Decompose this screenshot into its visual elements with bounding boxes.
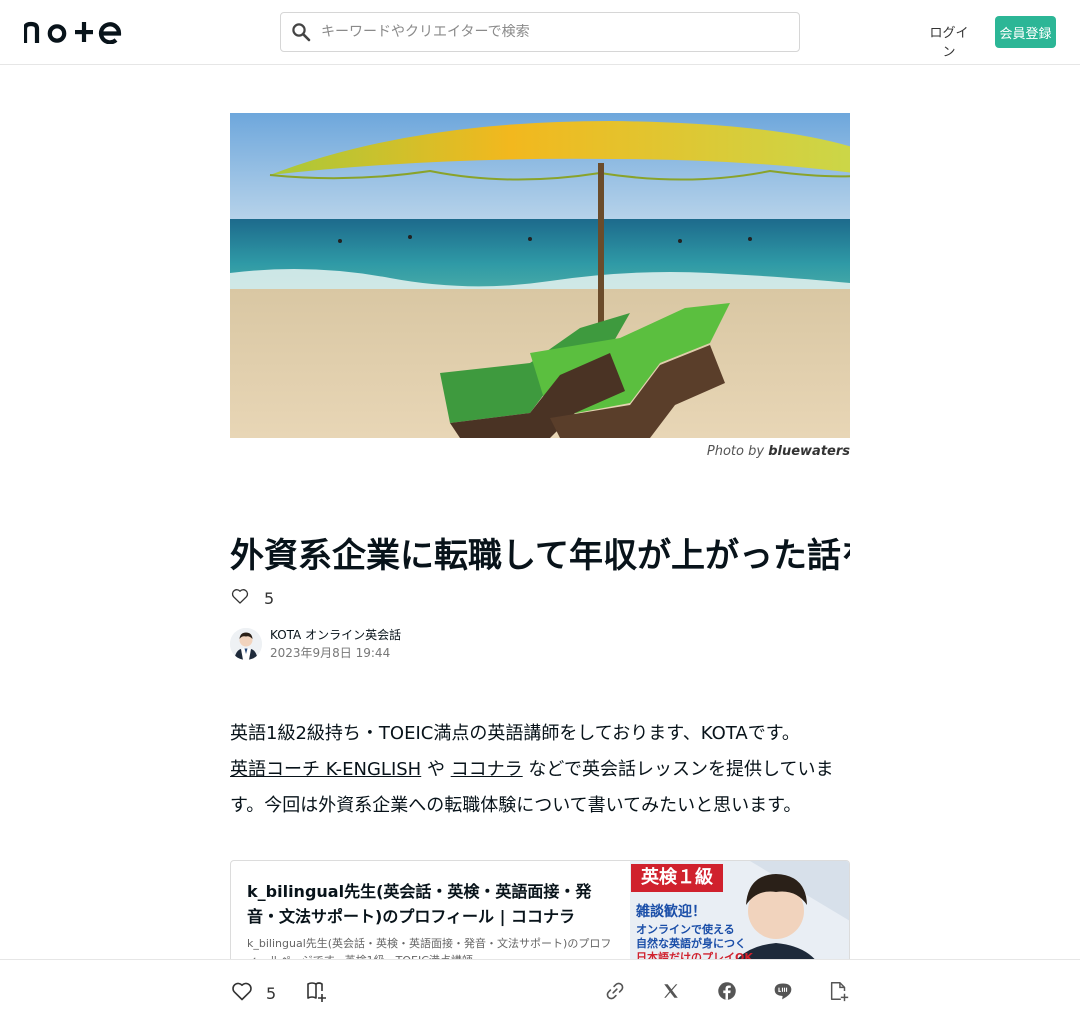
coconala-link[interactable]: ココナラ	[451, 759, 523, 780]
thumb-line-1: 雑談歓迎！	[636, 904, 706, 920]
link-icon[interactable]	[604, 980, 626, 1006]
author-block[interactable]: KOTA オンライン英会話 2023年9月8日 19:44	[230, 627, 401, 661]
k-english-link[interactable]: 英語コーチ K-ENGLISH	[230, 759, 421, 780]
signup-button[interactable]: 会員登録	[995, 16, 1056, 48]
line-icon[interactable]	[773, 981, 793, 1005]
copy-link-button[interactable]	[602, 980, 628, 1006]
search-icon[interactable]	[281, 13, 321, 51]
article-title: 外資系企業に転職して年収が上がった話をしようと思います	[230, 536, 850, 576]
thumb-badge: 英検１級	[631, 864, 723, 892]
search-box[interactable]	[280, 12, 800, 52]
photo-credit: Photo by bluewaters	[230, 444, 850, 459]
login-link[interactable]: ログイン	[926, 22, 972, 60]
search-input[interactable]	[321, 24, 781, 40]
more-button[interactable]	[826, 980, 852, 1006]
facebook-share-button[interactable]	[714, 980, 740, 1006]
intro-paragraph: 英語1級2級持ち・TOEIC満点の英語講師をしております、KOTAです。	[230, 723, 800, 744]
like-count: 5	[266, 983, 277, 1003]
author-name[interactable]: KOTA オンライン英会話	[270, 626, 401, 644]
line-share-button[interactable]	[770, 980, 796, 1006]
heart-icon[interactable]	[230, 979, 254, 1007]
facebook-icon[interactable]	[717, 981, 737, 1005]
like-row: 5	[230, 586, 274, 610]
hero-image	[230, 113, 850, 438]
avatar[interactable]	[230, 628, 262, 660]
heart-icon[interactable]	[230, 586, 250, 610]
document-add-icon[interactable]	[828, 980, 850, 1006]
credit-prefix: Photo by	[706, 444, 765, 459]
connector-text: や	[426, 759, 445, 780]
x-icon[interactable]	[662, 982, 680, 1004]
publish-date: 2023年9月8日 19:44	[270, 646, 391, 660]
note-logo[interactable]	[24, 20, 122, 44]
article-body: 英語1級2級持ち・TOEIC満点の英語講師をしております、KOTAです。 英語コ…	[230, 716, 850, 824]
like-count: 5	[264, 588, 275, 608]
magazine-add-icon[interactable]	[306, 979, 330, 1007]
services-paragraph: 英語コーチ K-ENGLISH や ココナラ などで英会話レッスンを提供していま…	[230, 752, 850, 824]
bottom-action-bar: 5	[0, 959, 1080, 1024]
embed-title[interactable]: k_bilingual先生(英会話・英検・英語面接・発音・文法サポート)のプロフ…	[247, 879, 613, 929]
magazine-add-button[interactable]	[305, 980, 331, 1006]
like-button[interactable]: 5	[230, 980, 276, 1006]
site-header: ログイン 会員登録	[0, 0, 1080, 65]
x-share-button[interactable]	[658, 980, 684, 1006]
credit-author[interactable]: bluewaters	[768, 444, 850, 459]
